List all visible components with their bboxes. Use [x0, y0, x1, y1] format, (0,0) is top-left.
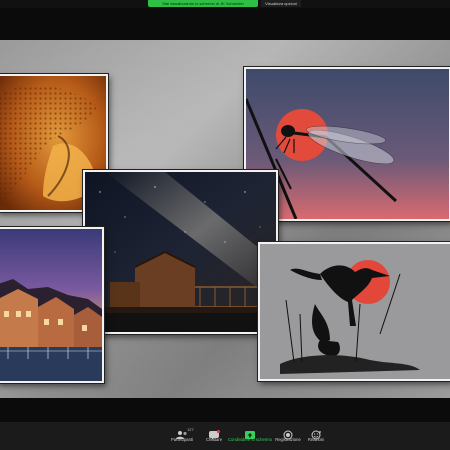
meeting-toolbar: 127 Partecipanti Chattare Condividere lo…: [0, 422, 450, 450]
letterbox-top: [0, 8, 450, 40]
top-bar: Stai visualizzando lo schermo di JK Schn…: [0, 0, 450, 8]
record-icon: [281, 427, 295, 440]
letterbox-bottom: [0, 398, 450, 422]
photo-herons: [258, 242, 450, 381]
chat-icon: [207, 427, 221, 440]
share-screen-icon: [243, 427, 257, 439]
reactions-button[interactable]: Reazioni: [294, 425, 338, 449]
participants-icon: 127: [175, 427, 194, 439]
shared-screen-canvas: [0, 40, 450, 398]
reactions-icon: [309, 427, 323, 440]
view-options-button[interactable]: Visualizza opzioni: [261, 0, 301, 7]
photo-seaside-houses: [0, 227, 104, 383]
screen-share-notice[interactable]: Stai visualizzando lo schermo di JK Schn…: [148, 0, 258, 7]
photo-milky-way-barn: [83, 170, 278, 334]
